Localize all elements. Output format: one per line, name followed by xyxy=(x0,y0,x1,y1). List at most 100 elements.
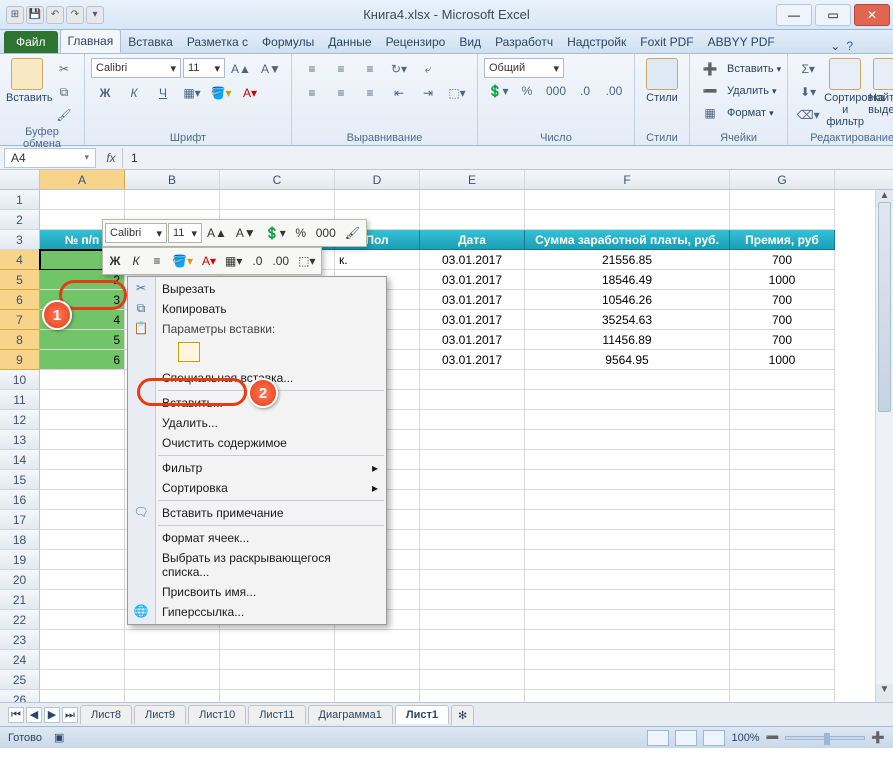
ctx-filter[interactable]: Фильтр▸ xyxy=(128,458,386,478)
scroll-thumb[interactable] xyxy=(878,202,891,412)
merge-button[interactable]: ⬚▾ xyxy=(443,82,471,104)
align-top-icon[interactable]: ≡ xyxy=(298,58,326,80)
mini-align[interactable]: ≡ xyxy=(147,250,167,272)
ctx-paste-option[interactable] xyxy=(128,339,386,368)
close-button[interactable]: ✕ xyxy=(854,4,890,26)
mini-currency[interactable]: 💲▾ xyxy=(261,222,290,244)
mini-shrink-font[interactable]: A▼ xyxy=(232,222,260,244)
font-size-combo[interactable]: 11▾ xyxy=(183,58,225,78)
sort-filter-button[interactable]: Сортировка и фильтр xyxy=(824,58,866,128)
name-box[interactable]: A4▾ xyxy=(4,148,96,168)
tab-addins[interactable]: Надстройк xyxy=(560,31,633,53)
align-mid-icon[interactable]: ≡ xyxy=(327,58,355,80)
mini-italic[interactable]: К xyxy=(126,250,146,272)
redo-icon[interactable]: ↷ xyxy=(66,6,84,24)
sheet-tab[interactable]: Лист9 xyxy=(134,705,186,724)
ctx-copy[interactable]: ⧉Копировать xyxy=(128,299,386,319)
sheet-tab-active[interactable]: Лист1 xyxy=(395,705,449,724)
mini-font-combo[interactable]: Calibri▾ xyxy=(105,223,167,243)
vertical-scrollbar[interactable]: ▲ ▼ xyxy=(875,190,893,702)
table-header[interactable]: Дата xyxy=(420,230,525,250)
row-header[interactable]: 17 xyxy=(0,510,40,530)
sheet-tab[interactable]: Диаграмма1 xyxy=(308,705,393,724)
italic-button[interactable]: К xyxy=(120,82,148,104)
inc-dec-icon[interactable]: .0 xyxy=(571,80,599,102)
align-right-icon[interactable]: ≡ xyxy=(356,82,384,104)
ctx-define-name[interactable]: Присвоить имя... xyxy=(128,582,386,602)
zoom-out-button[interactable]: ➖ xyxy=(766,731,780,744)
sheet-nav-first[interactable]: ⏮ xyxy=(8,707,24,723)
cut-icon[interactable]: ✂ xyxy=(50,58,78,80)
format-cells-icon[interactable]: ▦ xyxy=(696,102,724,124)
insert-cells-icon[interactable]: ➕ xyxy=(696,58,724,80)
autosum-icon[interactable]: Σ▾ xyxy=(794,58,822,80)
fill-color-button[interactable]: 🪣▾ xyxy=(207,82,235,104)
mini-incdec[interactable]: .0 xyxy=(247,250,267,272)
row-header[interactable]: 16 xyxy=(0,490,40,510)
align-center-icon[interactable]: ≡ xyxy=(327,82,355,104)
mini-merge[interactable]: ⬚▾ xyxy=(294,250,319,272)
row-header[interactable]: 23 xyxy=(0,630,40,650)
col-header-b[interactable]: B xyxy=(125,170,220,189)
find-select-button[interactable]: Найти и выделить xyxy=(868,58,893,116)
ctx-format-cells[interactable]: Формат ячеек... xyxy=(128,528,386,548)
tab-abbyy[interactable]: ABBYY PDF xyxy=(701,31,782,53)
row-header[interactable]: 14 xyxy=(0,450,40,470)
row-header[interactable]: 18 xyxy=(0,530,40,550)
bold-button[interactable]: Ж xyxy=(91,82,119,104)
tab-view[interactable]: Вид xyxy=(452,31,488,53)
indent-inc-icon[interactable]: ⇥ xyxy=(414,82,442,104)
save-icon[interactable]: 💾 xyxy=(26,6,44,24)
delete-cells-icon[interactable]: ➖ xyxy=(696,80,724,102)
sheet-nav-last[interactable]: ⏭ xyxy=(62,707,78,723)
ctx-hyperlink[interactable]: 🌐Гиперссылка... xyxy=(128,602,386,622)
row-header[interactable]: 15 xyxy=(0,470,40,490)
col-header-e[interactable]: E xyxy=(420,170,525,189)
sheet-tab[interactable]: Лист10 xyxy=(188,705,246,724)
copy-icon[interactable]: ⧉ xyxy=(50,81,78,103)
mini-decdec[interactable]: .00 xyxy=(268,250,293,272)
zoom-in-button[interactable]: ➕ xyxy=(871,731,885,744)
view-normal-icon[interactable] xyxy=(647,730,669,746)
underline-button[interactable]: Ч xyxy=(149,82,177,104)
row-header[interactable]: 11 xyxy=(0,390,40,410)
orientation-icon[interactable]: ↻▾ xyxy=(385,58,413,80)
tab-home[interactable]: Главная xyxy=(60,29,122,53)
maximize-button[interactable]: ▭ xyxy=(815,4,851,26)
formula-input[interactable]: 1 xyxy=(122,148,893,168)
percent-icon[interactable]: % xyxy=(513,80,541,102)
mini-comma[interactable]: 000 xyxy=(312,222,340,244)
tab-layout[interactable]: Разметка с xyxy=(180,31,255,53)
view-layout-icon[interactable] xyxy=(675,730,697,746)
row-header[interactable]: 25 xyxy=(0,670,40,690)
number-format-combo[interactable]: Общий▾ xyxy=(484,58,564,78)
mini-grow-font[interactable]: A▲ xyxy=(203,222,231,244)
minimize-ribbon-icon[interactable]: ⌄ xyxy=(830,39,840,53)
col-header-g[interactable]: G xyxy=(730,170,835,189)
ctx-comment[interactable]: 🗨Вставить примечание xyxy=(128,503,386,523)
border-button[interactable]: ▦▾ xyxy=(178,82,206,104)
ctx-sort[interactable]: Сортировка▸ xyxy=(128,478,386,498)
ctx-clear[interactable]: Очистить содержимое xyxy=(128,433,386,453)
view-pagebreak-icon[interactable] xyxy=(703,730,725,746)
row-header[interactable]: 22 xyxy=(0,610,40,630)
tab-developer[interactable]: Разработч xyxy=(488,31,560,53)
fill-icon[interactable]: ⬇▾ xyxy=(794,81,822,103)
mini-size-combo[interactable]: 11▾ xyxy=(168,223,202,243)
font-name-combo[interactable]: Calibri▾ xyxy=(91,58,181,78)
table-header[interactable]: Сумма заработной платы, руб. xyxy=(525,230,730,250)
mini-percent[interactable]: % xyxy=(291,222,311,244)
row-header[interactable]: 3 xyxy=(0,230,40,250)
format-painter-icon[interactable]: 🖌 xyxy=(50,104,78,126)
sheet-tab[interactable]: Лист8 xyxy=(80,705,132,724)
tab-formulas[interactable]: Формулы xyxy=(255,31,321,53)
new-sheet-button[interactable]: ✻ xyxy=(451,705,474,725)
table-header[interactable]: Премия, руб xyxy=(730,230,835,250)
align-bot-icon[interactable]: ≡ xyxy=(356,58,384,80)
scroll-down-icon[interactable]: ▼ xyxy=(876,684,893,702)
qat-more-icon[interactable]: ▾ xyxy=(86,6,104,24)
row-header[interactable]: 20 xyxy=(0,570,40,590)
row-header[interactable]: 10 xyxy=(0,370,40,390)
mini-format-painter[interactable]: 🖌 xyxy=(341,222,364,244)
grow-font-icon[interactable]: A▲ xyxy=(227,58,255,80)
